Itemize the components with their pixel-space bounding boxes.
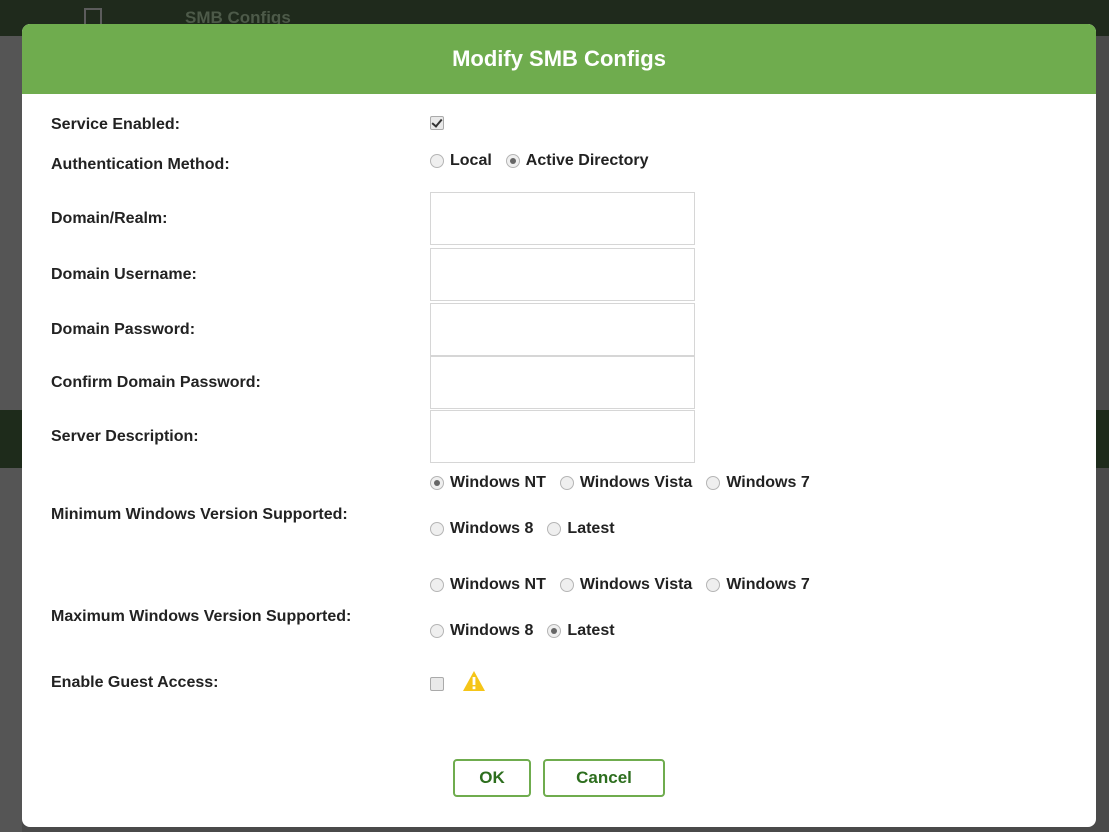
confirm-password-label: Confirm Domain Password: bbox=[51, 374, 261, 391]
min-windows-nt-option[interactable]: Windows NT bbox=[430, 474, 546, 492]
server-description-label: Server Description: bbox=[51, 428, 199, 445]
max-windows-7-radio[interactable] bbox=[706, 578, 721, 592]
max-windows-8-option[interactable]: Windows 8 bbox=[430, 622, 533, 640]
max-latest-radio[interactable] bbox=[547, 624, 562, 638]
max-windows-vista-radio[interactable] bbox=[559, 578, 574, 592]
auth-local-option[interactable]: Local bbox=[430, 152, 492, 170]
modify-smb-dialog: Modify SMB Configs Service Enabled: Auth… bbox=[22, 24, 1096, 827]
max-windows-8-radio[interactable] bbox=[430, 624, 444, 638]
guest-access-checkbox[interactable] bbox=[430, 676, 444, 691]
auth-local-radio[interactable] bbox=[430, 154, 444, 168]
min-windows-8-option[interactable]: Windows 8 bbox=[430, 520, 533, 538]
min-windows-vista-radio[interactable] bbox=[559, 476, 574, 490]
min-latest-option[interactable]: Latest bbox=[547, 520, 615, 538]
dialog-footer: OK Cancel bbox=[22, 759, 1096, 797]
domain-username-input[interactable] bbox=[430, 248, 695, 301]
max-windows-group-1: Windows NT Windows Vista Windows 7 bbox=[430, 576, 824, 594]
dialog-title: Modify SMB Configs bbox=[22, 24, 1096, 94]
min-windows-label: Minimum Windows Version Supported: bbox=[51, 506, 348, 523]
domain-realm-input[interactable] bbox=[430, 192, 695, 245]
min-windows-group-2: Windows 8 Latest bbox=[430, 520, 629, 538]
auth-ad-radio[interactable] bbox=[505, 154, 520, 168]
domain-username-label: Domain Username: bbox=[51, 266, 197, 283]
domain-realm-label: Domain/Realm: bbox=[51, 210, 168, 227]
auth-ad-option[interactable]: Active Directory bbox=[505, 152, 649, 170]
min-latest-radio[interactable] bbox=[547, 522, 562, 536]
max-windows-nt-radio[interactable] bbox=[430, 578, 444, 592]
max-windows-7-option[interactable]: Windows 7 bbox=[706, 576, 810, 594]
domain-password-label: Domain Password: bbox=[51, 321, 196, 338]
server-description-input[interactable] bbox=[430, 410, 695, 463]
service-enabled-checkbox[interactable] bbox=[430, 115, 444, 130]
max-windows-vista-option[interactable]: Windows Vista bbox=[559, 576, 692, 594]
max-latest-option[interactable]: Latest bbox=[547, 622, 615, 640]
auth-method-label: Authentication Method: bbox=[51, 156, 230, 173]
warning-icon[interactable] bbox=[462, 670, 486, 697]
min-windows-vista-option[interactable]: Windows Vista bbox=[559, 474, 692, 492]
domain-password-input[interactable] bbox=[430, 303, 695, 356]
confirm-password-input[interactable] bbox=[430, 356, 695, 409]
auth-method-group: Local Active Directory bbox=[430, 152, 663, 170]
min-windows-7-option[interactable]: Windows 7 bbox=[706, 474, 810, 492]
cancel-button[interactable]: Cancel bbox=[543, 759, 665, 797]
min-windows-7-radio[interactable] bbox=[706, 476, 721, 490]
max-windows-group-2: Windows 8 Latest bbox=[430, 622, 629, 640]
min-windows-nt-radio[interactable] bbox=[430, 476, 444, 490]
service-enabled-label: Service Enabled: bbox=[51, 116, 180, 133]
min-windows-group-1: Windows NT Windows Vista Windows 7 bbox=[430, 474, 824, 492]
guest-access-label: Enable Guest Access: bbox=[51, 674, 219, 691]
ok-button[interactable]: OK bbox=[453, 759, 531, 797]
max-windows-label: Maximum Windows Version Supported: bbox=[51, 608, 352, 625]
min-windows-8-radio[interactable] bbox=[430, 522, 444, 536]
max-windows-nt-option[interactable]: Windows NT bbox=[430, 576, 546, 594]
